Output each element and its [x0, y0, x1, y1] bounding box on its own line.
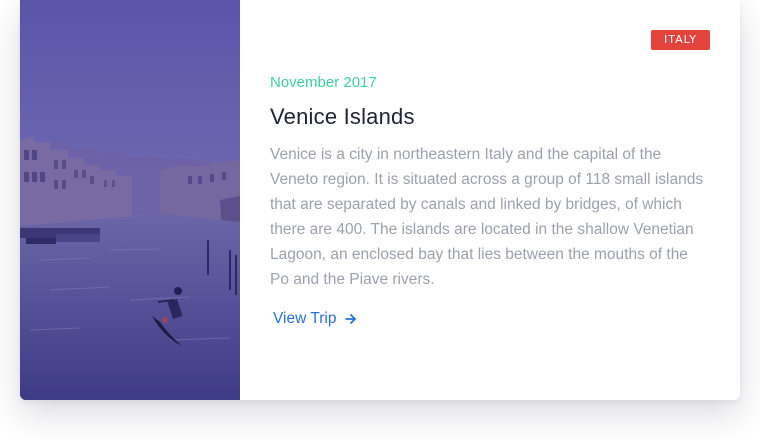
trip-card: ITALY November 2017 Venice Islands Venic… — [20, 0, 740, 400]
trip-date: November 2017 — [270, 74, 377, 91]
trip-title: Venice Islands — [270, 104, 415, 129]
venice-photo — [20, 0, 240, 400]
view-trip-label: View Trip — [273, 310, 337, 327]
card-content: ITALY November 2017 Venice Islands Venic… — [270, 0, 710, 400]
view-trip-link[interactable]: View Trip — [273, 310, 357, 328]
country-badge: ITALY — [650, 30, 710, 50]
arrow-right-icon — [345, 314, 357, 324]
trip-description: Venice is a city in northeastern Italy a… — [270, 146, 704, 288]
